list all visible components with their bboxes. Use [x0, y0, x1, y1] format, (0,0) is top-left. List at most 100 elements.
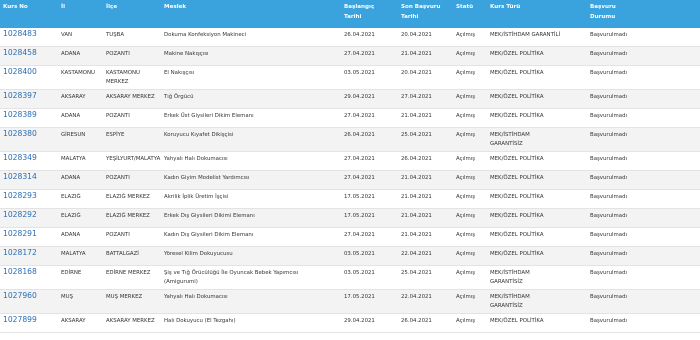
- header-son-basvuru-tarihi[interactable]: Son Başvuru Tarihi: [398, 0, 453, 28]
- baslangic-tarihi-cell: 17.05.2021: [341, 208, 398, 228]
- header-il[interactable]: İl: [58, 0, 103, 28]
- table-row[interactable]: 1028483 VAN TUŞBA Dokuma Konfeksiyon Makine…: [0, 28, 700, 47]
- ilce-cell-line: ELAZIĞ MERKEZ: [106, 213, 150, 219]
- kurs-turu-cell-line: MEK/ÖZEL POLİTİKA: [490, 318, 544, 324]
- table-row[interactable]: 1028458 ADANA POZANTI Makine Nakışçısı 27.04…: [0, 46, 700, 66]
- kurs-turu-cell-line: MEK/İSTİHDAM: [490, 270, 530, 276]
- kurs-turu-cell: MEK/İSTİHDAM GARANTİSİZ: [487, 265, 587, 290]
- kurs-no-link[interactable]: 1028483: [0, 28, 58, 47]
- header-baslangic-line2: Tarihi: [344, 14, 362, 20]
- kurs-no-link[interactable]: 1028458: [0, 46, 58, 66]
- baslangic-tarihi-cell: 03.05.2021: [341, 65, 398, 90]
- meslek-cell: Dokuma Konfeksiyon Makineci: [161, 28, 341, 47]
- il-cell: MALATYA: [58, 151, 103, 171]
- kurs-no-link[interactable]: 1028349: [0, 151, 58, 171]
- baslangic-tarihi-cell: 29.04.2021: [341, 313, 398, 333]
- header-baslangic-line1: Başlangıç: [344, 4, 375, 10]
- meslek-cell-line: Makine Nakışçısı: [164, 51, 209, 57]
- kurs-no-link[interactable]: 1028397: [0, 89, 58, 109]
- basvuru-durumu-cell: Başvurulmadı: [587, 189, 700, 209]
- baslangic-tarihi-cell: 27.04.2021: [341, 46, 398, 66]
- kurs-no-link[interactable]: 1028172: [0, 246, 58, 266]
- header-meslek[interactable]: Meslek: [161, 0, 341, 28]
- kurs-turu-cell-line: MEK/ÖZEL POLİTİKA: [490, 251, 544, 257]
- table-row[interactable]: 1028172 MALATYA BATTALGAZİ Yöresel Kilim Do…: [0, 246, 700, 266]
- basvuru-durumu-cell: Başvurulmadı: [587, 170, 700, 190]
- meslek-cell: Tığ Örgücü: [161, 89, 341, 109]
- kurs-no-link[interactable]: 1028314: [0, 170, 58, 190]
- table-row[interactable]: 1028291 ADANA POZANTI Kadın Dış Giysileri D…: [0, 227, 700, 247]
- ilce-cell: POZANTI: [103, 46, 161, 66]
- son-basvuru-tarihi-cell: 25.04.2021: [398, 265, 453, 290]
- statu-cell: Açılmış: [453, 65, 487, 90]
- header-baslangic-tarihi[interactable]: Başlangıç Tarihi: [341, 0, 398, 28]
- kurs-turu-cell-line: MEK/ÖZEL POLİTİKA: [490, 213, 544, 219]
- basvuru-durumu-cell: Başvurulmadı: [587, 289, 700, 314]
- table-row[interactable]: 1028389 ADANA POZANTI Erkek Üst Giysileri D…: [0, 108, 700, 128]
- ilce-cell-line: AKSARAY MERKEZ: [106, 318, 155, 324]
- son-basvuru-tarihi-cell: 21.04.2021: [398, 170, 453, 190]
- header-basvuru-durumu[interactable]: Başvuru Durumu: [587, 0, 700, 28]
- table-row[interactable]: 1028400 KASTAMONU KASTAMONU MERKEZ El Nakışç…: [0, 65, 700, 90]
- table-row[interactable]: 1028293 ELAZIĞ ELAZIĞ MERKEZ Akrilik İplik …: [0, 189, 700, 209]
- meslek-cell-line: El Nakışçısı: [164, 70, 195, 76]
- statu-cell: Açılmış: [453, 313, 487, 333]
- table-row[interactable]: 1028380 GİRESUN ESPİYE Koruyucu Kıyafet Dik…: [0, 127, 700, 152]
- meslek-cell-line: Yöresel Kilim Dokuyucusu: [164, 251, 233, 257]
- basvuru-durumu-cell: Başvurulmadı: [587, 89, 700, 109]
- kurs-turu-cell-line: GARANTİSİZ: [490, 303, 523, 309]
- kurs-turu-cell: MEK/ÖZEL POLİTİKA: [487, 65, 587, 90]
- il-cell: VAN: [58, 28, 103, 47]
- table-row[interactable]: 1028168 EDİRNE EDİRNE MERKEZ Şiş ve Tığ Örü…: [0, 265, 700, 290]
- basvuru-durumu-cell: Başvurulmadı: [587, 246, 700, 266]
- header-kurs-turu[interactable]: Kurs Türü: [487, 0, 587, 28]
- baslangic-tarihi-cell: 27.04.2021: [341, 108, 398, 128]
- baslangic-tarihi-cell: 03.05.2021: [341, 265, 398, 290]
- header-son-basvuru-line2: Tarihi: [401, 14, 419, 20]
- ilce-cell: AKSARAY MERKEZ: [103, 89, 161, 109]
- il-cell: ADANA: [58, 227, 103, 247]
- son-basvuru-tarihi-cell: 22.04.2021: [398, 246, 453, 266]
- son-basvuru-tarihi-cell: 22.04.2021: [398, 289, 453, 314]
- header-kurs-no[interactable]: Kurs No: [0, 0, 58, 28]
- table-row[interactable]: 1028349 MALATYA YEŞİLYURT/MALATYA Yahyalı H…: [0, 151, 700, 171]
- statu-cell: Açılmış: [453, 189, 487, 209]
- meslek-cell-line: Erkek Dış Giysileri Dikimi Elemanı: [164, 213, 255, 219]
- meslek-cell: Makine Nakışçısı: [161, 46, 341, 66]
- table-row[interactable]: 1027899 AKSARAY AKSARAY MERKEZ Halı Dokuyuc…: [0, 313, 700, 333]
- kurs-no-link[interactable]: 1027899: [0, 313, 58, 333]
- ilce-cell: POZANTI: [103, 108, 161, 128]
- statu-cell: Açılmış: [453, 151, 487, 171]
- kurs-no-link[interactable]: 1028389: [0, 108, 58, 128]
- table-row[interactable]: 1028314 ADANA POZANTI Kadın Giyim Modelist …: [0, 170, 700, 190]
- kurs-turu-cell-line: MEK/İSTİHDAM: [490, 294, 530, 300]
- table-row[interactable]: 1027960 MUŞ MUŞ MERKEZ Yahyalı Halı Dokumac…: [0, 289, 700, 314]
- header-statu[interactable]: Statü: [453, 0, 487, 28]
- table-row[interactable]: 1028397 AKSARAY AKSARAY MERKEZ Tığ Örgücü 29…: [0, 89, 700, 109]
- son-basvuru-tarihi-cell: 21.04.2021: [398, 46, 453, 66]
- basvuru-durumu-cell: Başvurulmadı: [587, 46, 700, 66]
- table-row[interactable]: 1028292 ELAZIĞ ELAZIĞ MERKEZ Erkek Dış Giys…: [0, 208, 700, 228]
- statu-cell: Açılmış: [453, 170, 487, 190]
- ilce-cell-line: EDİRNE MERKEZ: [106, 270, 151, 276]
- baslangic-tarihi-cell: 29.04.2021: [341, 89, 398, 109]
- kurs-no-link[interactable]: 1027960: [0, 289, 58, 314]
- kurs-no-link[interactable]: 1028168: [0, 265, 58, 290]
- statu-cell: Açılmış: [453, 246, 487, 266]
- basvuru-durumu-cell: Başvurulmadı: [587, 313, 700, 333]
- kurs-no-link[interactable]: 1028293: [0, 189, 58, 209]
- kurs-no-link[interactable]: 1028380: [0, 127, 58, 152]
- ilce-cell: TUŞBA: [103, 28, 161, 47]
- kurs-turu-cell-line: MEK/ÖZEL POLİTİKA: [490, 70, 544, 76]
- meslek-cell-line: Yahyalı Halı Dokumacısı: [164, 156, 228, 162]
- meslek-cell-line: Yahyalı Halı Dokumacısı: [164, 294, 228, 300]
- header-ilce[interactable]: İlçe: [103, 0, 161, 28]
- statu-cell: Açılmış: [453, 127, 487, 152]
- kurs-no-link[interactable]: 1028291: [0, 227, 58, 247]
- ilce-cell: ESPİYE: [103, 127, 161, 152]
- statu-cell: Açılmış: [453, 108, 487, 128]
- kurs-no-link[interactable]: 1028400: [0, 65, 58, 90]
- kurs-turu-cell: MEK/ÖZEL POLİTİKA: [487, 246, 587, 266]
- kurs-no-link[interactable]: 1028292: [0, 208, 58, 228]
- meslek-cell-line: Halı Dokuyucu (El Tezgahı): [164, 318, 236, 324]
